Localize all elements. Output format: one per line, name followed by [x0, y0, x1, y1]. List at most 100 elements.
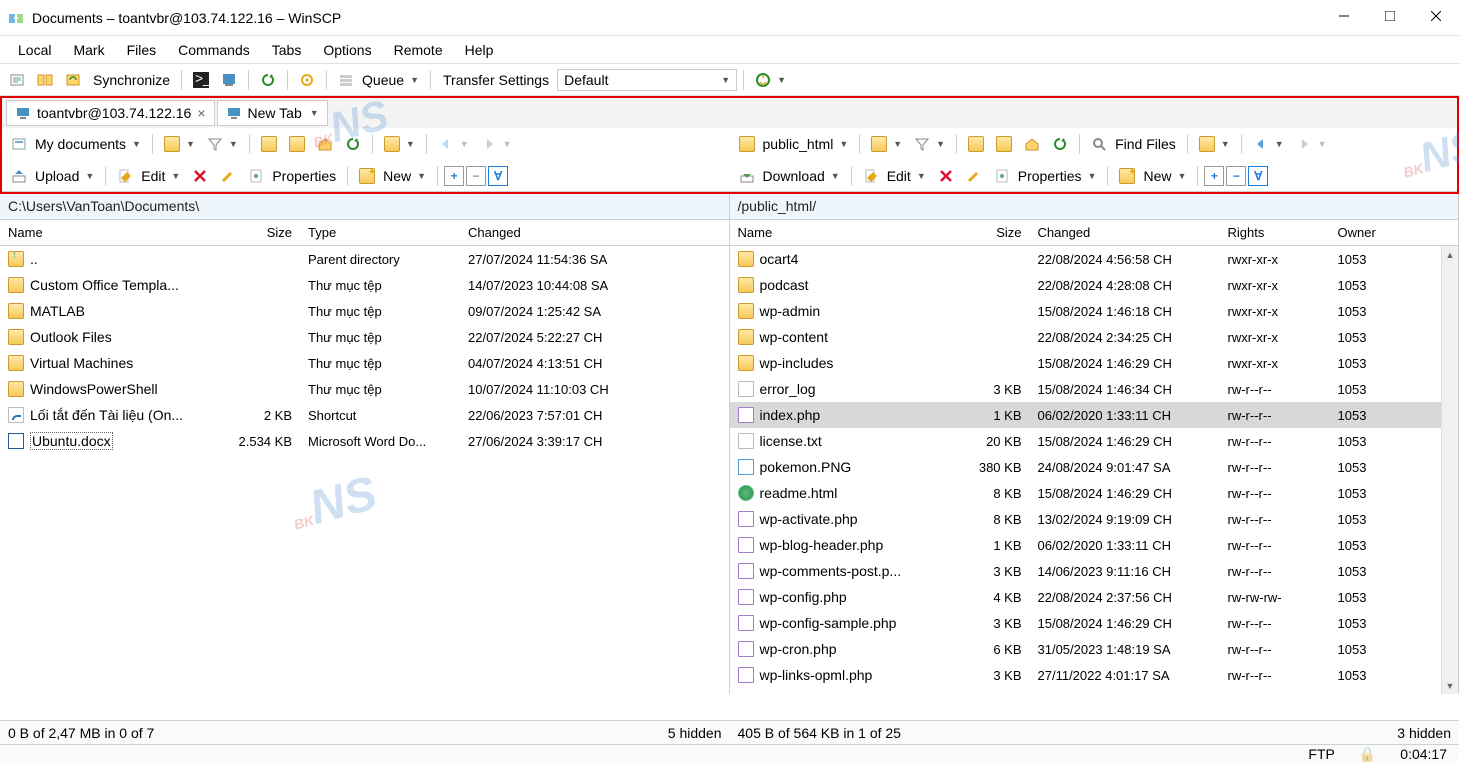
right-path[interactable]: /public_html/: [730, 194, 1459, 220]
queue-button[interactable]: Queue▼: [333, 69, 424, 91]
left-back-button[interactable]: ▼: [433, 133, 474, 155]
right-dir-combo[interactable]: public_html▼: [734, 133, 854, 155]
file-row[interactable]: wp-cron.php6 KB31/05/2023 1:48:19 SArw-r…: [730, 636, 1459, 662]
right-delete-button[interactable]: [933, 165, 959, 187]
file-row[interactable]: index.php1 KB06/02/2020 1:33:11 CHrw-r--…: [730, 402, 1459, 428]
putty-button[interactable]: [216, 69, 242, 91]
file-row[interactable]: ↑..Parent directory27/07/2024 11:54:36 S…: [0, 246, 729, 272]
right-refresh-button[interactable]: [1047, 133, 1073, 155]
file-row[interactable]: pokemon.PNG380 KB24/08/2024 9:01:47 SArw…: [730, 454, 1459, 480]
right-home-button[interactable]: [1019, 133, 1045, 155]
file-row[interactable]: Custom Office Templa...Thư mục tệp14/07/…: [0, 272, 729, 298]
minimize-button[interactable]: [1321, 0, 1367, 32]
file-row[interactable]: wp-admin15/08/2024 1:46:18 CHrwxr-xr-x10…: [730, 298, 1459, 324]
right-filter-button[interactable]: ▼: [909, 133, 950, 155]
right-select-all-button[interactable]: +: [1204, 166, 1224, 186]
col-owner[interactable]: Owner: [1330, 221, 1459, 244]
right-invert-button[interactable]: ∀: [1248, 166, 1268, 186]
file-row[interactable]: license.txt20 KB15/08/2024 1:46:29 CHrw-…: [730, 428, 1459, 454]
file-row[interactable]: wp-config-sample.php3 KB15/08/2024 1:46:…: [730, 610, 1459, 636]
file-row[interactable]: wp-links-opml.php3 KB27/11/2022 4:01:17 …: [730, 662, 1459, 688]
menu-commands[interactable]: Commands: [168, 38, 260, 62]
sync-browse-button[interactable]: [60, 69, 86, 91]
left-select-all-button[interactable]: +: [444, 166, 464, 186]
left-rename-button[interactable]: [215, 165, 241, 187]
col-changed-r[interactable]: Changed: [1030, 221, 1220, 244]
col-name-r[interactable]: Name: [730, 221, 960, 244]
left-forward-button[interactable]: ▼: [476, 133, 517, 155]
menu-remote[interactable]: Remote: [384, 38, 453, 62]
tab-close-icon[interactable]: ×: [197, 105, 205, 121]
left-dir-combo[interactable]: My documents▼: [6, 133, 146, 155]
right-properties-button[interactable]: Properties▼: [989, 165, 1102, 187]
right-bookmark-button[interactable]: ▼: [1194, 133, 1235, 155]
col-name[interactable]: Name: [0, 221, 220, 244]
menu-help[interactable]: Help: [455, 38, 504, 62]
right-edit-button[interactable]: Edit▼: [858, 165, 931, 187]
file-row[interactable]: Virtual MachinesThư mục tệp04/07/2024 4:…: [0, 350, 729, 376]
options-button[interactable]: [294, 69, 320, 91]
left-parent-button[interactable]: [256, 133, 282, 155]
scrollbar[interactable]: ▲ ▼: [1441, 246, 1458, 694]
session-button[interactable]: [4, 69, 30, 91]
right-back-button[interactable]: ▼: [1248, 133, 1289, 155]
compare-button[interactable]: [32, 69, 58, 91]
menu-tabs[interactable]: Tabs: [262, 38, 312, 62]
file-row[interactable]: WindowsPowerShellThư mục tệp10/07/2024 1…: [0, 376, 729, 402]
refresh-button[interactable]: [255, 69, 281, 91]
file-row[interactable]: wp-comments-post.p...3 KB14/06/2023 9:11…: [730, 558, 1459, 584]
left-home-button[interactable]: [312, 133, 338, 155]
col-type[interactable]: Type: [300, 221, 460, 244]
console-button[interactable]: >_: [188, 69, 214, 91]
transfer-settings-combo[interactable]: Default▼: [557, 69, 737, 91]
file-row[interactable]: Lối tắt đến Tài liệu (On...2 KBShortcut2…: [0, 402, 729, 428]
right-forward-button[interactable]: ▼: [1291, 133, 1332, 155]
right-open-folder-button[interactable]: ▼: [866, 133, 907, 155]
file-row[interactable]: podcast22/08/2024 4:28:08 CHrwxr-xr-x105…: [730, 272, 1459, 298]
file-row[interactable]: ocart422/08/2024 4:56:58 CHrwxr-xr-x1053: [730, 246, 1459, 272]
file-row[interactable]: Ubuntu.docx2.534 KBMicrosoft Word Do...2…: [0, 428, 729, 454]
right-parent-button[interactable]: [963, 133, 989, 155]
file-row[interactable]: error_log3 KB15/08/2024 1:46:34 CHrw-r--…: [730, 376, 1459, 402]
file-row[interactable]: MATLABThư mục tệp09/07/2024 1:25:42 SA: [0, 298, 729, 324]
left-invert-button[interactable]: ∀: [488, 166, 508, 186]
file-row[interactable]: Outlook FilesThư mục tệp22/07/2024 5:22:…: [0, 324, 729, 350]
left-filter-button[interactable]: ▼: [202, 133, 243, 155]
left-new-button[interactable]: ✦New▼: [354, 165, 431, 187]
left-root-button[interactable]: [284, 133, 310, 155]
left-refresh-button[interactable]: [340, 133, 366, 155]
file-row[interactable]: wp-includes15/08/2024 1:46:29 CHrwxr-xr-…: [730, 350, 1459, 376]
left-edit-button[interactable]: Edit▼: [112, 165, 185, 187]
scroll-down-icon[interactable]: ▼: [1442, 677, 1458, 694]
menu-files[interactable]: Files: [117, 38, 167, 62]
left-path[interactable]: C:\Users\VanToan\Documents\: [0, 194, 729, 220]
left-properties-button[interactable]: Properties: [243, 165, 341, 187]
reconnect-button[interactable]: ▼: [750, 69, 791, 91]
find-files-button[interactable]: Find Files: [1086, 133, 1181, 155]
right-root-button[interactable]: [991, 133, 1017, 155]
right-unselect-all-button[interactable]: −: [1226, 166, 1246, 186]
close-button[interactable]: [1413, 0, 1459, 32]
session-tab[interactable]: toantvbr@103.74.122.16×: [6, 100, 215, 126]
right-new-button[interactable]: ✦New▼: [1114, 165, 1191, 187]
session-tab[interactable]: New Tab▼: [217, 100, 328, 126]
col-changed[interactable]: Changed: [460, 221, 729, 244]
left-delete-button[interactable]: [187, 165, 213, 187]
menu-local[interactable]: Local: [8, 38, 61, 62]
left-open-folder-button[interactable]: ▼: [159, 133, 200, 155]
col-rights[interactable]: Rights: [1220, 221, 1330, 244]
maximize-button[interactable]: [1367, 0, 1413, 32]
right-rename-button[interactable]: [961, 165, 987, 187]
download-button[interactable]: Download▼: [734, 165, 845, 187]
left-bookmark-button[interactable]: ▼: [379, 133, 420, 155]
upload-button[interactable]: Upload▼: [6, 165, 99, 187]
file-row[interactable]: wp-activate.php8 KB13/02/2024 9:19:09 CH…: [730, 506, 1459, 532]
file-row[interactable]: wp-content22/08/2024 2:34:25 CHrwxr-xr-x…: [730, 324, 1459, 350]
col-size-r[interactable]: Size: [960, 221, 1030, 244]
file-row[interactable]: wp-config.php4 KB22/08/2024 2:37:56 CHrw…: [730, 584, 1459, 610]
file-row[interactable]: wp-blog-header.php1 KB06/02/2020 1:33:11…: [730, 532, 1459, 558]
menu-mark[interactable]: Mark: [63, 38, 114, 62]
scroll-up-icon[interactable]: ▲: [1442, 246, 1458, 263]
left-unselect-all-button[interactable]: −: [466, 166, 486, 186]
menu-options[interactable]: Options: [313, 38, 381, 62]
